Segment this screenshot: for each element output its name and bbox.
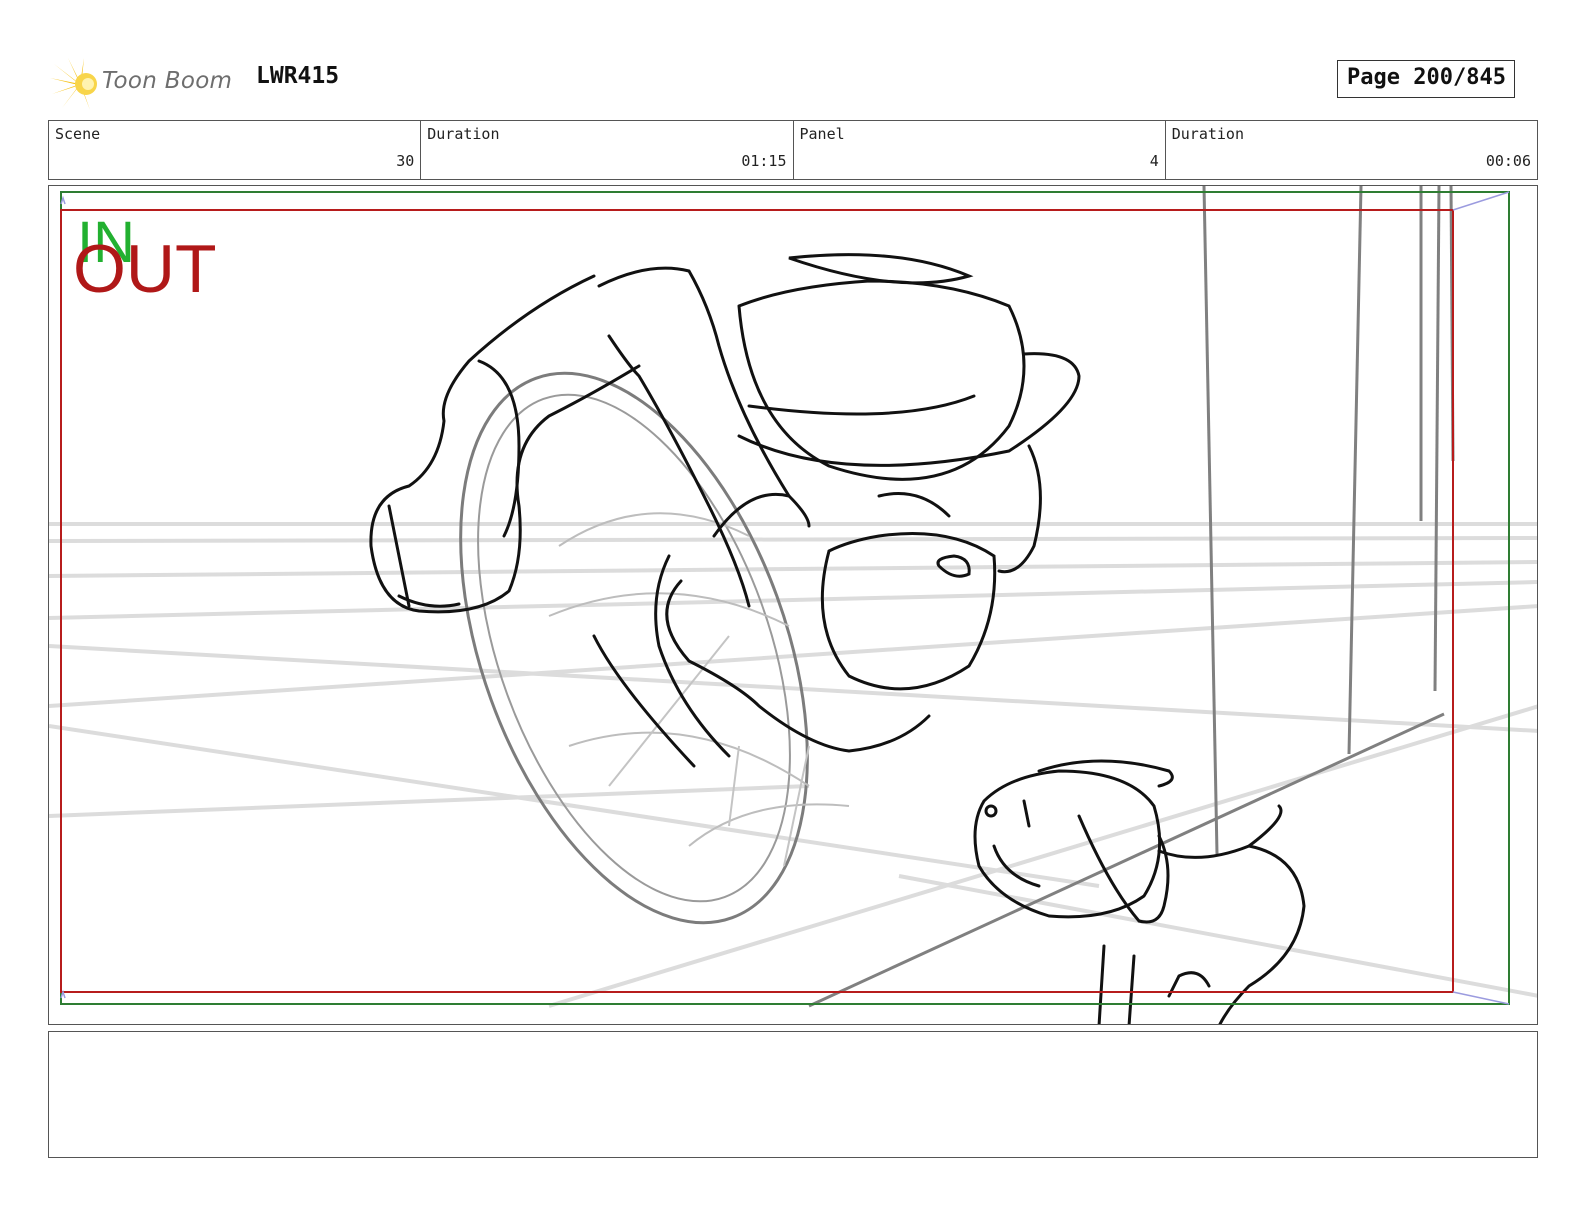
panel-sketch <box>49 186 1537 1024</box>
frame-corner-markers <box>60 191 1510 1005</box>
scene-value: 30 <box>396 152 415 170</box>
logo-text: Toon Boom <box>102 68 233 94</box>
panel-duration-cell: Duration 00:06 <box>1166 121 1537 179</box>
panel-cell: Panel 4 <box>794 121 1166 179</box>
panel-value: 4 <box>1149 152 1159 170</box>
perspective-guides <box>49 522 1537 1008</box>
storyboard-panel: IN OUT <box>48 185 1538 1025</box>
in-out-labels: IN OUT <box>73 214 253 314</box>
wheel-sketch <box>459 371 850 925</box>
starburst-icon <box>50 58 97 110</box>
page-number: Page 200/845 <box>1347 65 1506 90</box>
page-header: Toon Boom LWR415 Page 200/845 <box>50 52 1540 110</box>
scene-duration-value: 01:15 <box>741 152 787 170</box>
project-code: LWR415 <box>256 63 340 89</box>
panel-label: Panel <box>799 125 845 143</box>
scene-duration-cell: Duration 01:15 <box>421 121 794 179</box>
panel-duration-label: Duration <box>1171 125 1244 143</box>
panel-info-row: Scene 30 Duration 01:15 Panel 4 Duration… <box>48 120 1538 180</box>
character-sketch <box>369 253 1081 768</box>
out-label: OUT <box>73 231 217 307</box>
dialogue-notes-box <box>48 1031 1538 1158</box>
page-number-box: Page 200/845 <box>1337 60 1515 98</box>
scene-label: Scene <box>55 125 101 143</box>
panel-duration-value: 00:06 <box>1485 152 1531 170</box>
toon-boom-logo: Toon Boom <box>50 56 240 110</box>
scene-cell: Scene 30 <box>49 121 422 179</box>
in-frame <box>60 191 1510 1005</box>
scene-duration-label: Duration <box>427 125 500 143</box>
